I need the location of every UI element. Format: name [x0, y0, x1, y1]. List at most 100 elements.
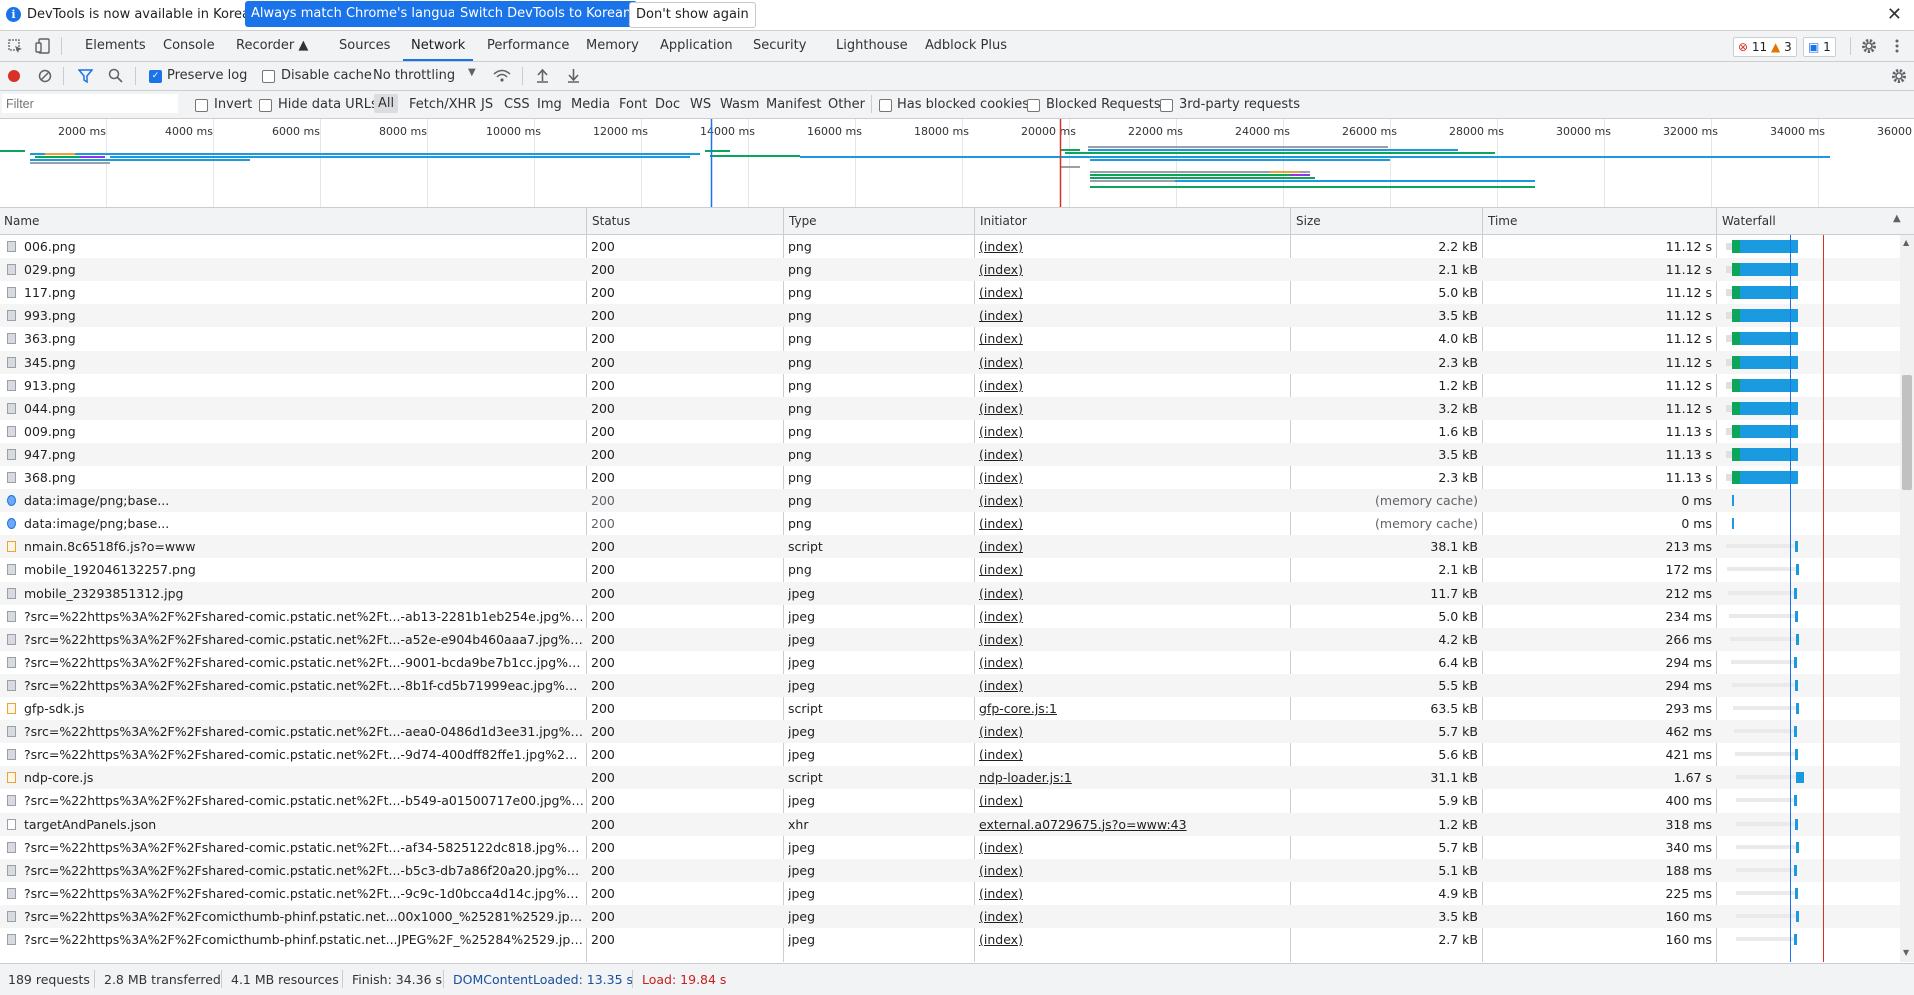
table-row[interactable]: mobile_23293851312.jpg 200 jpeg (index) 11.7…	[0, 581, 1900, 605]
hide-data-urls-checkbox[interactable]	[259, 99, 272, 112]
column-header-status[interactable]: Status	[588, 208, 630, 234]
table-row[interactable]: 044.png 200 png (index) 3.2 kB 11.12 s	[0, 396, 1900, 420]
filter-type-css[interactable]: CSS	[504, 97, 530, 112]
table-row[interactable]: data:image/png;base... 200 png (index) (memo…	[0, 489, 1900, 513]
cell-initiator[interactable]: (index)	[979, 859, 1279, 882]
table-row[interactable]: ndp-core.js 200 script ndp-loader.js:1 31.1 …	[0, 766, 1900, 790]
inspect-element-icon[interactable]	[8, 39, 23, 54]
cell-initiator[interactable]: (index)	[979, 882, 1279, 905]
table-row[interactable]: 368.png 200 png (index) 2.3 kB 11.13 s	[0, 466, 1900, 489]
column-header-name[interactable]: Name	[0, 208, 39, 234]
tab-network[interactable]: Network	[402, 31, 474, 61]
filter-type-all[interactable]: All	[374, 94, 399, 113]
filter-type-js[interactable]: JS	[481, 97, 493, 112]
cell-initiator[interactable]: (index)	[979, 558, 1279, 581]
more-options-icon[interactable]	[1894, 38, 1900, 54]
scroll-down-arrow-icon[interactable]: ▼	[1903, 948, 1909, 957]
table-row[interactable]: ?src=%22https%3A%2F%2Fshared-comic.pstat…	[0, 789, 1900, 812]
filter-type-doc[interactable]: Doc	[655, 97, 680, 112]
table-row[interactable]: 363.png 200 png (index) 4.0 kB 11.12 s	[0, 327, 1900, 350]
cell-initiator[interactable]: (index)	[979, 397, 1279, 420]
cell-initiator[interactable]: (index)	[979, 351, 1279, 374]
has-blocked-cookies-checkbox[interactable]	[879, 99, 892, 112]
table-row[interactable]: ?src=%22https%3A%2F%2Fshared-comic.pstat…	[0, 836, 1900, 859]
cell-initiator[interactable]: (index)	[979, 512, 1279, 535]
filter-type-font[interactable]: Font	[619, 97, 647, 112]
cell-initiator[interactable]: (index)	[979, 281, 1279, 304]
table-row[interactable]: ?src=%22https%3A%2F%2Fshared-comic.pstat…	[0, 651, 1900, 674]
settings-gear-icon[interactable]	[1861, 38, 1877, 54]
invert-checkbox[interactable]	[195, 99, 208, 112]
table-row[interactable]: ?src=%22https%3A%2F%2Fshared-comic.pstat…	[0, 605, 1900, 628]
cell-initiator[interactable]: (index)	[979, 489, 1279, 512]
filter-icon[interactable]	[78, 69, 93, 83]
scroll-up-arrow-icon[interactable]: ▲	[1903, 238, 1909, 247]
network-settings-gear-icon[interactable]	[1891, 68, 1907, 84]
table-row[interactable]: ?src=%22https%3A%2F%2Fshared-comic.pstat…	[0, 858, 1900, 882]
table-row[interactable]: 993.png 200 png (index) 3.5 kB 11.12 s	[0, 304, 1900, 328]
filter-type-fetch-xhr[interactable]: Fetch/XHR	[409, 97, 476, 112]
table-row[interactable]: ?src=%22https%3A%2F%2Fshared-comic.pstat…	[0, 720, 1900, 744]
network-conditions-icon[interactable]	[493, 68, 511, 83]
table-row[interactable]: targetAndPanels.json 200 xhr external.a0729…	[0, 812, 1900, 836]
tab-security[interactable]: Security	[753, 31, 806, 61]
filter-input[interactable]	[2, 94, 178, 113]
table-row[interactable]: ?src=%22https%3A%2F%2Fcomicthumb-phinf.p…	[0, 904, 1900, 928]
vertical-scrollbar[interactable]	[1900, 235, 1914, 962]
tab-adblock-plus[interactable]: Adblock Plus	[925, 31, 1007, 61]
third-party-checkbox[interactable]	[1160, 99, 1173, 112]
tab-recorder[interactable]: Recorder ▲	[236, 31, 308, 61]
tab-memory[interactable]: Memory	[586, 31, 639, 61]
column-header-type[interactable]: Type	[785, 208, 817, 234]
cell-initiator[interactable]: (index)	[979, 674, 1279, 697]
column-header-initiator[interactable]: Initiator	[976, 208, 1027, 234]
tab-application[interactable]: Application	[660, 31, 733, 61]
messages-counter-button[interactable]: ▣ 1	[1803, 37, 1836, 57]
table-row[interactable]: 029.png 200 png (index) 2.1 kB 11.12 s	[0, 258, 1900, 282]
cell-initiator[interactable]: (index)	[979, 374, 1279, 397]
dont-show-again-button[interactable]: Don't show again	[629, 2, 756, 28]
table-row[interactable]: 006.png 200 png (index) 2.2 kB 11.12 s	[0, 235, 1900, 258]
preserve-log-checkbox[interactable]: ✓	[149, 70, 162, 83]
match-language-button[interactable]: Always match Chrome's language	[245, 1, 478, 27]
table-row[interactable]: ?src=%22https%3A%2F%2Fshared-comic.pstat…	[0, 627, 1900, 651]
scrollbar-thumb[interactable]	[1902, 375, 1912, 490]
issues-counter-button[interactable]: ⊗ 11 ▲ 3	[1733, 37, 1797, 57]
table-row[interactable]: data:image/png;base... 200 png (index) (memo…	[0, 512, 1900, 535]
filter-type-manifest[interactable]: Manifest	[766, 97, 821, 112]
cell-initiator[interactable]: (index)	[979, 605, 1279, 628]
cell-initiator[interactable]: ndp-loader.js:1	[979, 766, 1279, 789]
cell-initiator[interactable]: (index)	[979, 836, 1279, 859]
cell-initiator[interactable]: (index)	[979, 258, 1279, 281]
tab-lighthouse[interactable]: Lighthouse	[836, 31, 908, 61]
table-row[interactable]: 009.png 200 png (index) 1.6 kB 11.13 s	[0, 420, 1900, 443]
column-header-time[interactable]: Time	[1484, 208, 1517, 234]
filter-type-img[interactable]: Img	[537, 97, 562, 112]
table-row[interactable]: ?src=%22https%3A%2F%2Fshared-comic.pstat…	[0, 673, 1900, 697]
column-header-size[interactable]: Size	[1292, 208, 1321, 234]
tab-console[interactable]: Console	[163, 31, 215, 61]
table-row[interactable]: 947.png 200 png (index) 3.5 kB 11.13 s	[0, 442, 1900, 466]
export-har-icon[interactable]	[567, 68, 580, 83]
filter-type-ws[interactable]: WS	[690, 97, 711, 112]
cell-initiator[interactable]: gfp-core.js:1	[979, 697, 1279, 720]
filter-type-media[interactable]: Media	[571, 97, 610, 112]
cell-initiator[interactable]: (index)	[979, 905, 1279, 928]
blocked-requests-checkbox[interactable]	[1027, 99, 1040, 112]
cell-initiator[interactable]: (index)	[979, 651, 1279, 674]
tab-elements[interactable]: Elements	[85, 31, 146, 61]
device-toolbar-icon[interactable]	[35, 38, 51, 54]
search-icon[interactable]	[108, 68, 123, 83]
cell-initiator[interactable]: (index)	[979, 789, 1279, 812]
filter-type-wasm[interactable]: Wasm	[720, 97, 759, 112]
filter-type-other[interactable]: Other	[828, 97, 865, 112]
cell-initiator[interactable]: (index)	[979, 535, 1279, 558]
cell-initiator[interactable]: (index)	[979, 304, 1279, 327]
cell-initiator[interactable]: (index)	[979, 928, 1279, 951]
disable-cache-checkbox[interactable]	[262, 70, 275, 83]
table-row[interactable]: nmain.8c6518f6.js?o=www 200 script (index) 3…	[0, 535, 1900, 559]
network-overview[interactable]: 2000 ms 4000 ms 6000 ms 8000 ms 10000 ms 1200…	[0, 119, 1914, 208]
cell-initiator[interactable]: (index)	[979, 443, 1279, 466]
cell-initiator[interactable]: (index)	[979, 720, 1279, 743]
cell-initiator[interactable]: (index)	[979, 327, 1279, 350]
